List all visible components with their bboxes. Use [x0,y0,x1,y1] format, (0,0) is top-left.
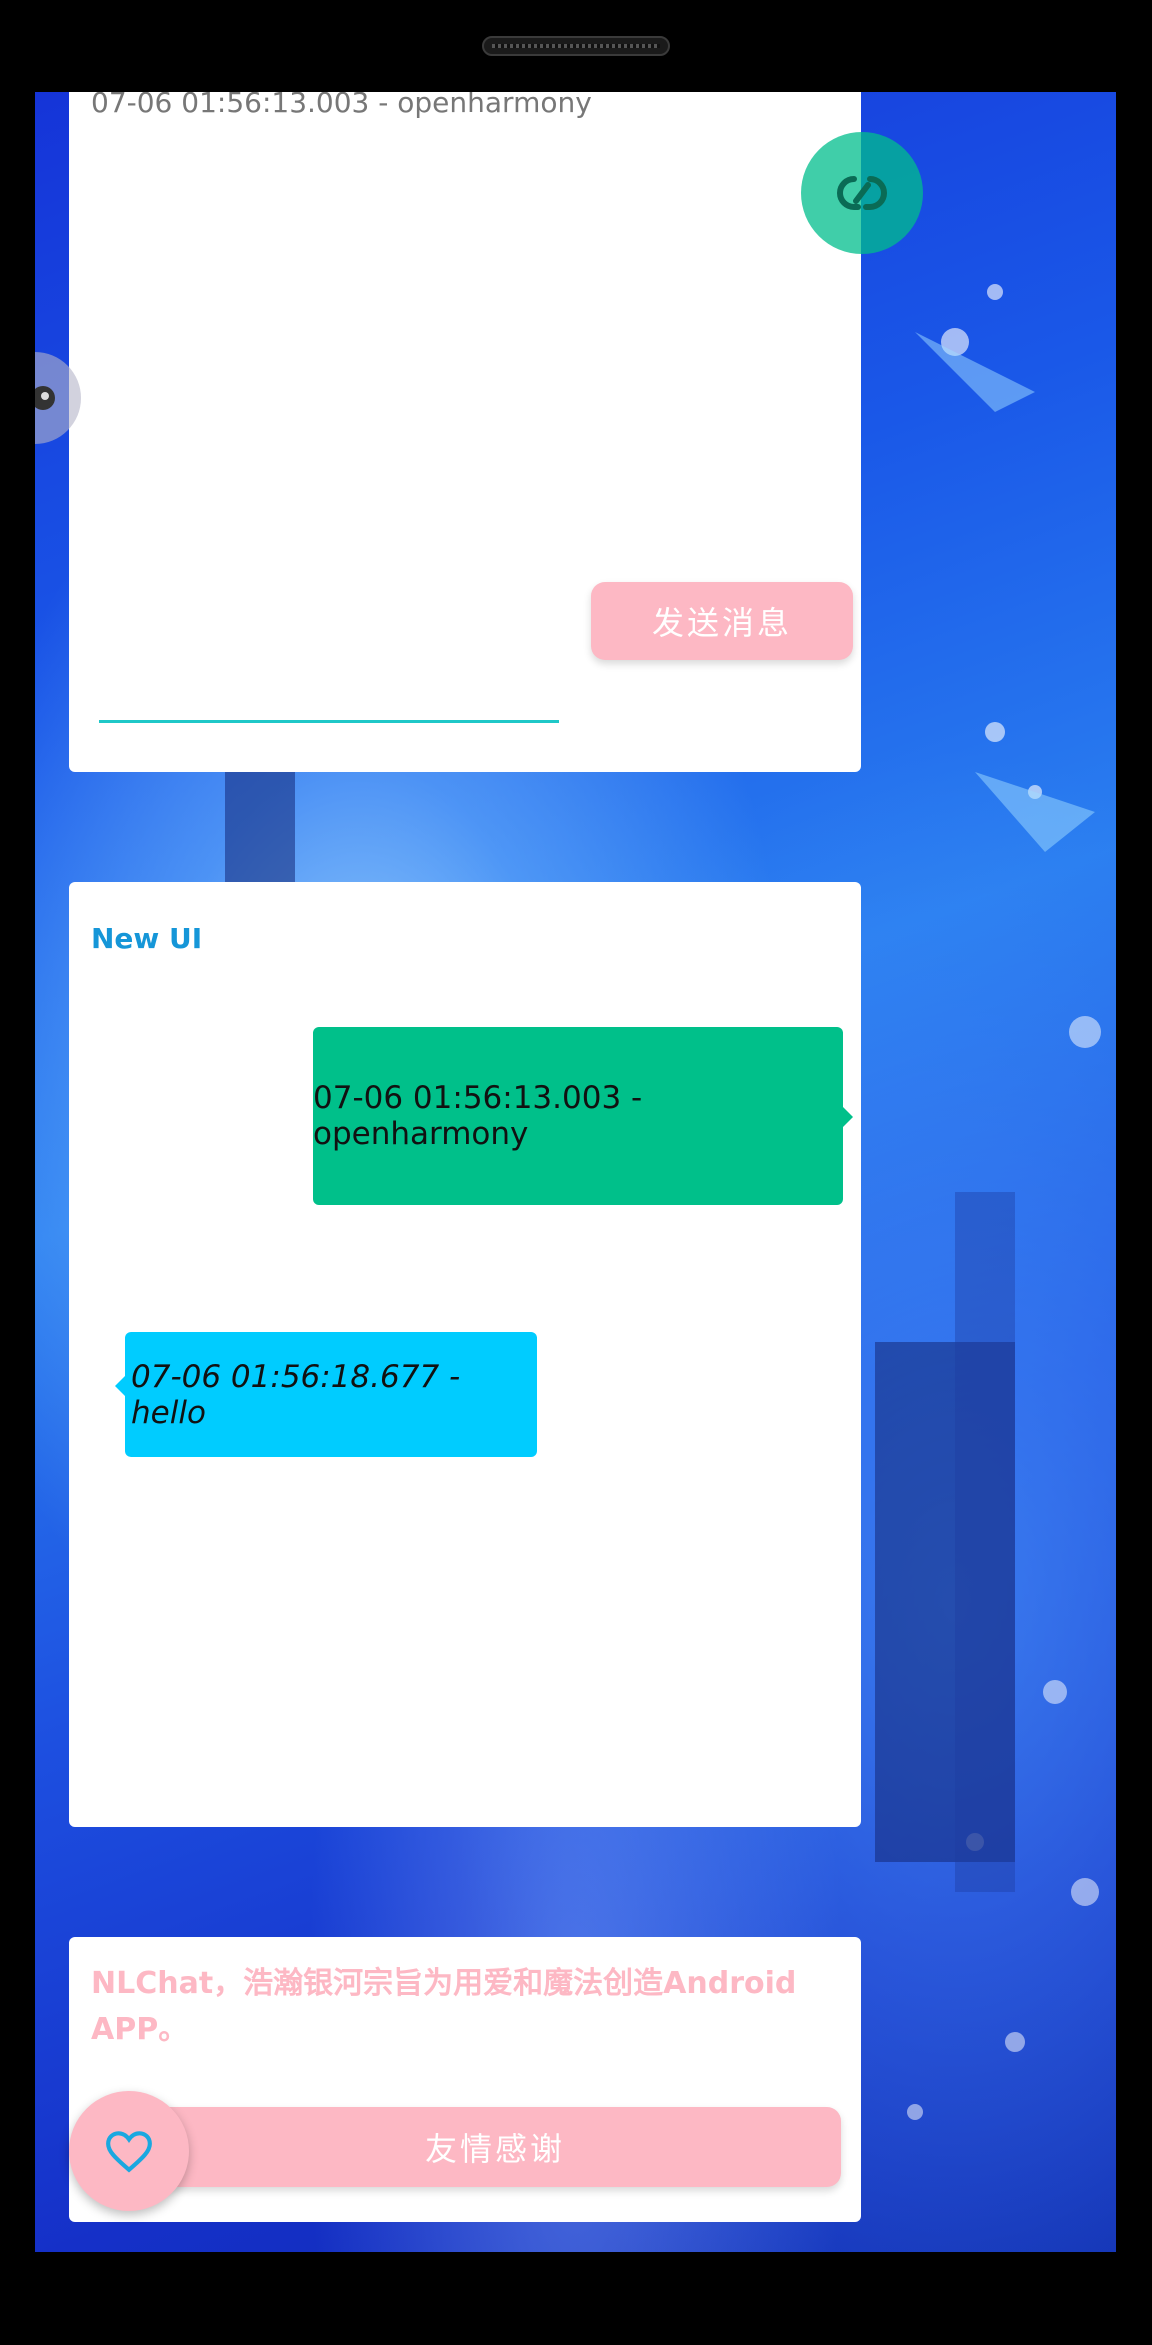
bottom-bezel [0,2282,1152,2345]
link-icon [837,176,887,210]
log-card: 07-06 01:56:13.003 - openharmony 发送消息 [69,92,861,772]
chat-title: New UI [91,922,203,955]
app-screen: 07-06 01:56:13.003 - openharmony 发送消息 Ne… [35,92,1116,2252]
message-text: 07-06 01:56:18.677 - hello [131,1358,461,1431]
message-input[interactable] [99,720,559,723]
message-bubble-sent[interactable]: 07-06 01:56:13.003 - openharmony [313,1027,853,1205]
phone-frame: 07-06 01:56:13.003 - openharmony 发送消息 Ne… [0,0,1152,2345]
send-message-button[interactable]: 发送消息 [591,582,853,660]
message-bubble-received[interactable]: 07-06 01:56:18.677 - hello [115,1332,537,1457]
message-text: 07-06 01:56:13.003 - openharmony [313,1080,643,1152]
floating-link-button[interactable] [801,132,923,254]
avatar-icon [35,386,55,410]
earpiece-speaker [482,36,670,56]
heart-button[interactable] [69,2091,189,2211]
about-description: NLChat，浩瀚银河宗旨为用爱和魔法创造Android APP。 [91,1966,797,2047]
about-card: NLChat，浩瀚银河宗旨为用爱和魔法创造Android APP。 友情感谢 [69,1937,861,2222]
heart-icon [106,2131,152,2173]
log-latest-text: 07-06 01:56:13.003 - openharmony [91,92,592,119]
chat-card: New UI 07-06 01:56:13.003 - openharmony … [69,882,861,1827]
thanks-button[interactable]: 友情感谢 [149,2107,841,2187]
